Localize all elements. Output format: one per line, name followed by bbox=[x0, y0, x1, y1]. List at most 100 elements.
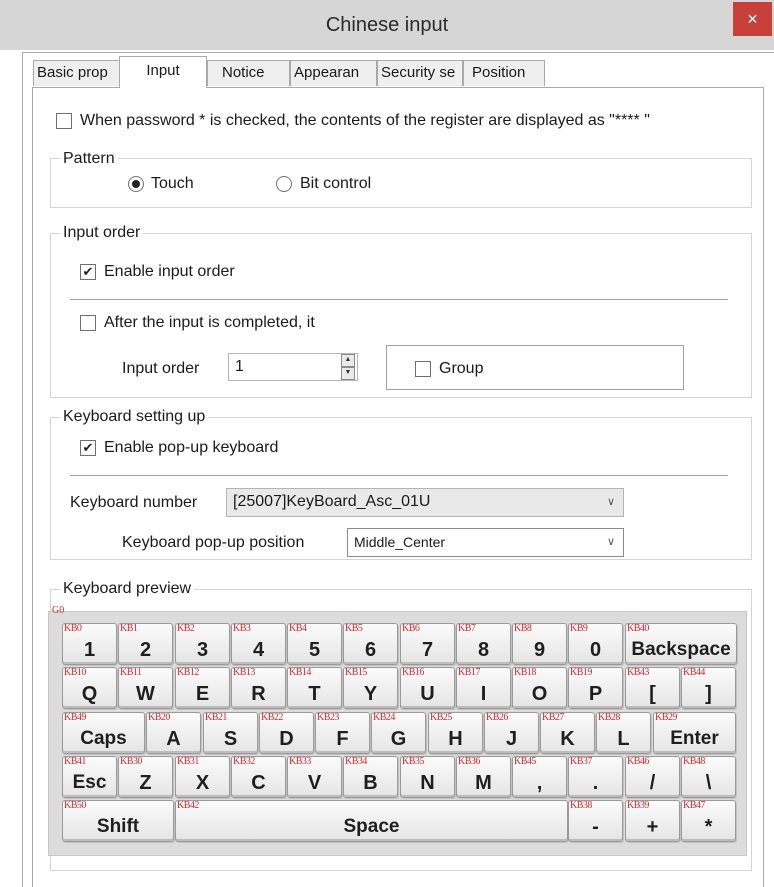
key-kb16[interactable]: KB16 U bbox=[400, 667, 455, 709]
key-kb18[interactable]: KB18 O bbox=[512, 667, 567, 709]
key-kb39[interactable]: KB39 + bbox=[625, 800, 680, 842]
key-cap-label: \ bbox=[705, 772, 712, 794]
key-kb21[interactable]: KB21 S bbox=[203, 712, 258, 754]
touch-radio-label: Touch bbox=[151, 175, 194, 192]
key-cap-label: Enter bbox=[670, 728, 719, 749]
enable-popup-keyboard-checkbox[interactable]: ✔ bbox=[80, 440, 96, 456]
password-display-checkbox[interactable] bbox=[56, 113, 72, 129]
key-cap-label: Shift bbox=[96, 816, 140, 837]
chevron-down-icon: ∨ bbox=[606, 536, 616, 548]
key-cap-label: + bbox=[646, 816, 659, 838]
key-kb15[interactable]: KB15 Y bbox=[343, 667, 398, 709]
key-kb49[interactable]: KB49 Caps bbox=[62, 712, 145, 754]
key-kb26[interactable]: KB26 J bbox=[484, 712, 539, 754]
tab-appearance[interactable]: Appearan bbox=[290, 60, 377, 86]
key-id-label: KB14 bbox=[289, 667, 311, 678]
key-kb1[interactable]: KB1 2 bbox=[118, 623, 173, 665]
key-cap-label: K bbox=[560, 728, 575, 750]
spin-down-icon[interactable]: ▼ bbox=[341, 367, 355, 380]
key-kb47[interactable]: KB47 * bbox=[681, 800, 736, 842]
input-order-field-label: Input order bbox=[122, 360, 200, 377]
key-kb7[interactable]: KB7 8 bbox=[456, 623, 511, 665]
key-kb29[interactable]: KB29 Enter bbox=[653, 712, 736, 754]
close-button[interactable]: × bbox=[733, 2, 772, 36]
key-kb27[interactable]: KB27 K bbox=[540, 712, 595, 754]
key-cap-label: F bbox=[336, 728, 349, 750]
enable-input-order-checkbox[interactable]: ✔ bbox=[80, 264, 96, 280]
tab-position[interactable]: Position bbox=[463, 60, 545, 86]
key-kb42[interactable]: KB42 Space bbox=[175, 800, 568, 842]
key-kb44[interactable]: KB44] bbox=[681, 667, 736, 709]
key-cap-label: / bbox=[649, 772, 656, 794]
key-cap-label: 8 bbox=[477, 639, 490, 661]
bit-control-radio-label: Bit control bbox=[300, 175, 372, 192]
key-kb48[interactable]: KB48 \ bbox=[681, 756, 736, 798]
key-id-label: KB32 bbox=[233, 756, 255, 767]
key-kb13[interactable]: KB13 R bbox=[231, 667, 286, 709]
key-kb6[interactable]: KB6 7 bbox=[400, 623, 455, 665]
group-checkbox[interactable] bbox=[415, 361, 431, 377]
key-kb37[interactable]: KB37. bbox=[568, 756, 623, 798]
key-kb10[interactable]: KB10 Q bbox=[62, 667, 117, 709]
key-kb24[interactable]: KB24 G bbox=[371, 712, 426, 754]
key-id-label: KB16 bbox=[402, 667, 424, 678]
key-id-label: KB7 bbox=[458, 623, 476, 634]
key-kb25[interactable]: KB25 H bbox=[428, 712, 483, 754]
key-kb3[interactable]: KB3 4 bbox=[231, 623, 286, 665]
spin-up-icon[interactable]: ▲ bbox=[341, 354, 355, 367]
key-kb9[interactable]: KB9 0 bbox=[568, 623, 623, 665]
tab-notice[interactable]: Notice bbox=[207, 60, 290, 86]
touch-radio[interactable] bbox=[128, 176, 144, 192]
key-kb5[interactable]: KB5 6 bbox=[343, 623, 398, 665]
key-kb2[interactable]: KB2 3 bbox=[175, 623, 230, 665]
key-cap-label: M bbox=[475, 772, 492, 794]
key-id-label: KB46 bbox=[627, 756, 649, 767]
key-kb33[interactable]: KB33 V bbox=[287, 756, 342, 798]
key-kb36[interactable]: KB36 M bbox=[456, 756, 511, 798]
key-kb19[interactable]: KB19 P bbox=[568, 667, 623, 709]
key-kb12[interactable]: KB12 E bbox=[175, 667, 230, 709]
key-kb20[interactable]: KB20 A bbox=[146, 712, 201, 754]
key-id-label: KB17 bbox=[458, 667, 480, 678]
bit-control-radio[interactable] bbox=[276, 176, 292, 192]
key-kb4[interactable]: KB4 5 bbox=[287, 623, 342, 665]
key-kb50[interactable]: KB50 Shift bbox=[62, 800, 174, 842]
after-input-completed-checkbox[interactable] bbox=[80, 315, 96, 331]
key-cap-label: E bbox=[195, 683, 210, 705]
key-kb11[interactable]: KB11 W bbox=[118, 667, 173, 709]
key-kb40[interactable]: KB40 Backspace bbox=[625, 623, 737, 665]
key-id-label: KB40 bbox=[627, 623, 649, 634]
key-kb17[interactable]: KB17 I bbox=[456, 667, 511, 709]
key-kb32[interactable]: KB32 C bbox=[231, 756, 286, 798]
key-cap-label: ] bbox=[705, 683, 712, 705]
key-kb22[interactable]: KB22 D bbox=[259, 712, 314, 754]
key-kb41[interactable]: KB41 Esc bbox=[62, 756, 117, 798]
key-id-label: KB34 bbox=[345, 756, 367, 767]
key-cap-label: * bbox=[704, 816, 713, 838]
key-kb0[interactable]: KB0 1 bbox=[62, 623, 117, 665]
key-kb28[interactable]: KB28 L bbox=[596, 712, 651, 754]
keyboard-number-select[interactable]: [25007]KeyBoard_Asc_01U bbox=[226, 488, 624, 517]
tab-input[interactable]: Input bbox=[119, 56, 207, 88]
key-cap-label: H bbox=[448, 728, 463, 750]
key-kb43[interactable]: KB43[ bbox=[625, 667, 680, 709]
key-kb23[interactable]: KB23 F bbox=[315, 712, 370, 754]
key-kb8[interactable]: KB8 9 bbox=[512, 623, 567, 665]
key-cap-label: 7 bbox=[421, 639, 434, 661]
tab-security-settings[interactable]: Security se bbox=[377, 60, 463, 86]
key-kb35[interactable]: KB35 N bbox=[400, 756, 455, 798]
key-kb34[interactable]: KB34 B bbox=[343, 756, 398, 798]
input-order-spinbox[interactable]: 1 bbox=[228, 353, 358, 381]
key-kb30[interactable]: KB30 Z bbox=[118, 756, 173, 798]
keyboard-popup-position-select[interactable]: Middle_Center bbox=[347, 528, 624, 557]
key-kb46[interactable]: KB46/ bbox=[625, 756, 680, 798]
key-cap-label: T bbox=[308, 683, 321, 705]
tab-basic-properties[interactable]: Basic prop bbox=[33, 60, 121, 86]
key-id-label: KB12 bbox=[177, 667, 199, 678]
key-kb14[interactable]: KB14 T bbox=[287, 667, 342, 709]
key-kb45[interactable]: KB45, bbox=[512, 756, 567, 798]
key-cap-label: O bbox=[531, 683, 548, 705]
key-kb38[interactable]: KB38- bbox=[568, 800, 623, 842]
key-kb31[interactable]: KB31 X bbox=[175, 756, 230, 798]
enable-popup-keyboard-label: Enable pop-up keyboard bbox=[104, 439, 279, 456]
